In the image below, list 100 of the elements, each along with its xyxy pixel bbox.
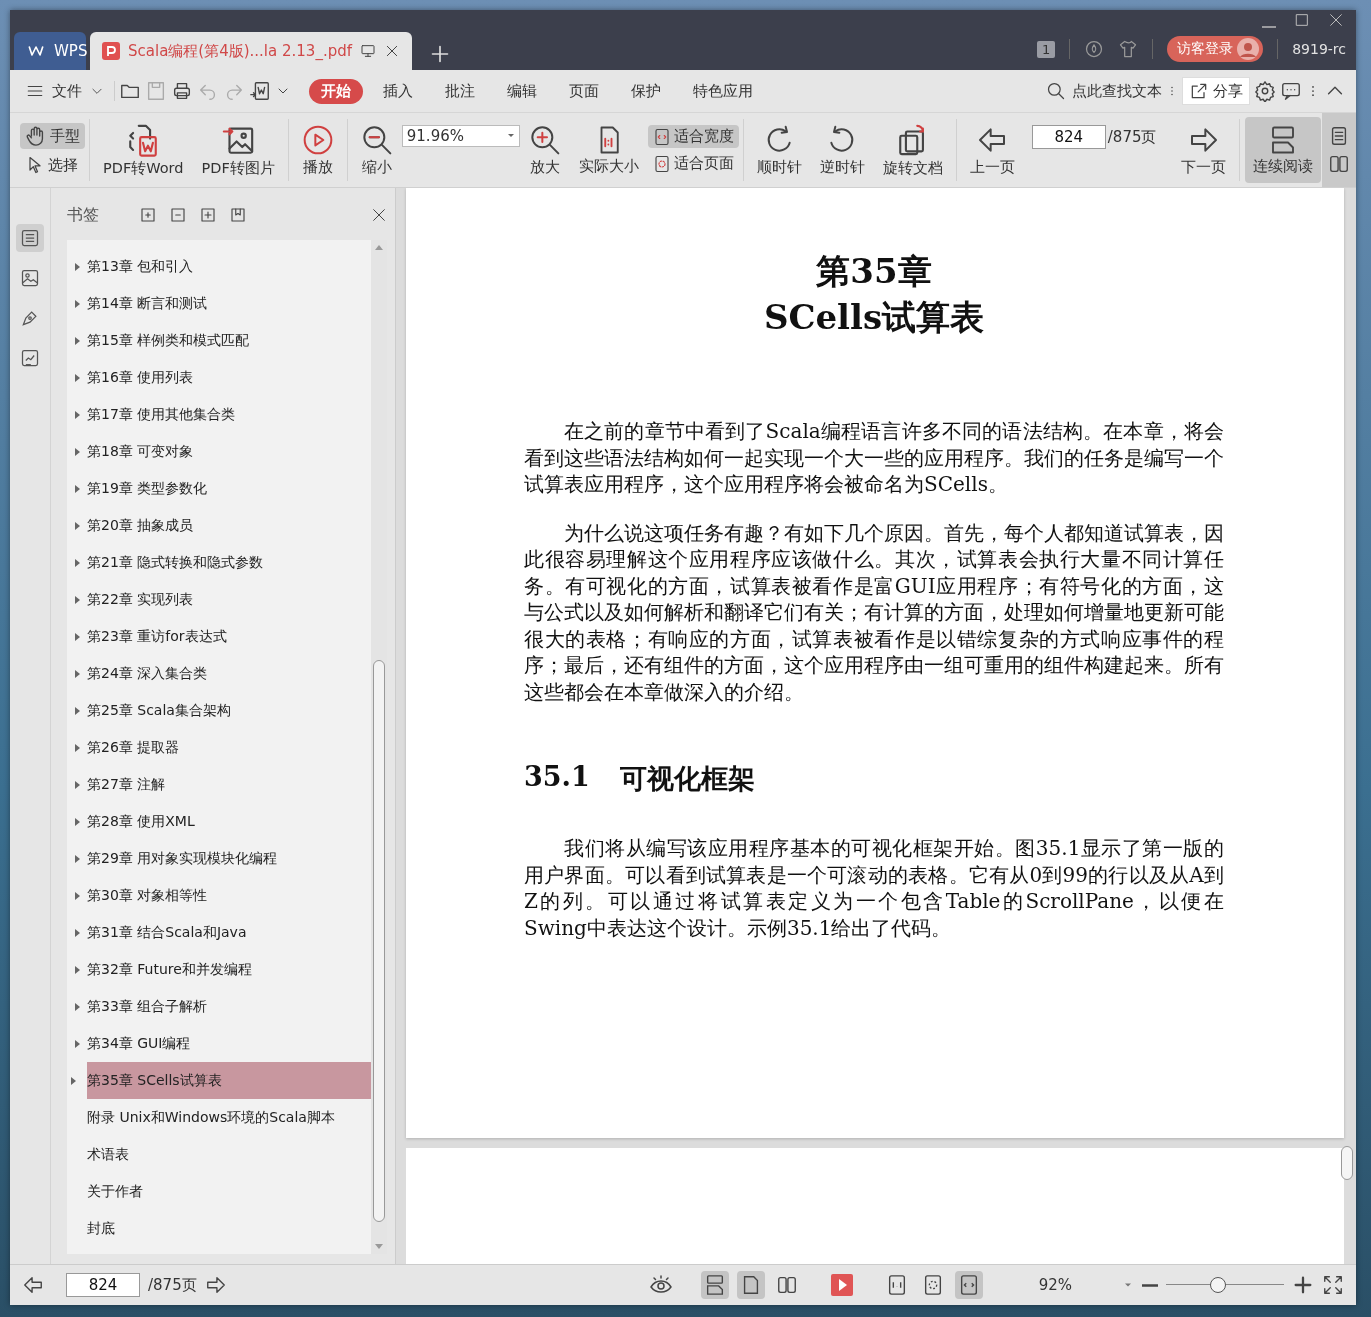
tool-button[interactable]: 连续阅读 <box>1245 117 1321 183</box>
tool-button[interactable]: 播放 <box>293 117 342 183</box>
tool-button[interactable]: 手型 <box>20 123 85 149</box>
section-number: 35.1 <box>524 761 590 794</box>
tool-button[interactable]: 旋转文档 <box>874 117 951 183</box>
caret-icon[interactable] <box>75 1039 80 1048</box>
bookmark-item[interactable]: 第26章 提取器 <box>67 729 371 766</box>
page-total: /875页 <box>148 1275 197 1295</box>
search-field[interactable]: 点此查找文本 <box>1046 81 1162 101</box>
bookmark-item[interactable]: 第27章 注解 <box>67 766 371 803</box>
tab[interactable]: Scala编程(第4版)...la 2.13_.pdf <box>90 32 412 70</box>
caret-icon[interactable] <box>75 410 80 419</box>
caret-icon[interactable] <box>75 595 80 604</box>
caret-icon[interactable] <box>75 817 80 826</box>
caret-icon[interactable] <box>75 891 80 900</box>
tool-button[interactable]: PDF转Word <box>95 117 192 183</box>
slider-thumb[interactable] <box>1209 1277 1226 1293</box>
caret-icon[interactable] <box>75 854 80 863</box>
minus-icon[interactable] <box>1142 1283 1158 1287</box>
tool-button[interactable]: 实际大小 <box>570 117 647 183</box>
menu-tab[interactable]: 插入 <box>371 78 425 104</box>
tool-button[interactable]: 上一页 <box>961 117 1023 183</box>
bookmark-item[interactable]: 第24章 深入集合类 <box>67 655 371 692</box>
menu-tab[interactable]: 页面 <box>557 78 611 104</box>
bookmark-item[interactable]: 第30章 对象相等性 <box>67 877 371 914</box>
caret-icon[interactable] <box>75 558 80 567</box>
tool-button[interactable]: 下一页 <box>1173 117 1234 183</box>
export-icon <box>249 80 271 102</box>
bookmark-item[interactable]: 第31章 结合Scala和Java <box>67 914 371 951</box>
zoom-level[interactable]: 92% <box>1038 1276 1072 1294</box>
bookmark-item[interactable]: 第25章 Scala集合架构 <box>67 692 371 729</box>
login-button[interactable]: 访客登录 <box>1167 36 1264 62</box>
paragraph: 我们将从编写该应用程序基本的可视化框架开始。图35.1显示了第一版的用户界面。可以看到试算表是一个可滚动的表格。它有从0到99的行以及从A到Z的列。可以通过将试算表定义为一个包含Table的ScrollPane，以便在Swing中表达这个设计。示例35.1给出了代码。 <box>524 835 1224 941</box>
file-menu[interactable]: 文件 <box>20 81 110 101</box>
bookmark-item[interactable]: 第33章 组合子解析 <box>67 988 371 1025</box>
section-title: 可视化框架 <box>619 762 755 796</box>
menu-tab[interactable]: 开始 <box>309 78 363 104</box>
bookmark-item[interactable]: 第21章 隐式转换和隐式参数 <box>67 544 371 581</box>
bookmark-item[interactable]: 第20章 抽象成员 <box>67 507 371 544</box>
bookmark-item[interactable]: 第29章 用对象实现模块化编程 <box>67 840 371 877</box>
caret-icon[interactable] <box>75 447 80 456</box>
page-number-field[interactable]: 824 <box>1031 125 1106 149</box>
caret-icon[interactable] <box>75 373 80 382</box>
tab[interactable]: WPS <box>14 32 86 70</box>
caret-icon[interactable] <box>75 521 80 530</box>
bookmark-item[interactable]: 第34章 GUI编程 <box>67 1025 371 1062</box>
bookmark-item[interactable]: 第16章 使用列表 <box>67 359 371 396</box>
caret-icon[interactable] <box>75 632 80 641</box>
bookmark-item[interactable]: 第32章 Future和并发编程 <box>67 951 371 988</box>
caret-icon[interactable] <box>75 299 80 308</box>
tool-button[interactable]: 选择 <box>20 153 85 177</box>
caret-icon[interactable] <box>75 965 80 974</box>
bookmark-item[interactable]: 封底 <box>67 1210 371 1247</box>
page-count-badge[interactable]: 1 <box>1036 40 1056 58</box>
play-icon[interactable] <box>830 1274 853 1296</box>
caret-icon[interactable] <box>75 262 80 271</box>
fit-width-icon <box>652 127 671 146</box>
menu-tab[interactable]: 保护 <box>619 78 673 104</box>
tool-button[interactable]: PDF转图片 <box>193 117 283 183</box>
zoom-field[interactable]: 91.96% <box>401 125 520 147</box>
menu-tab[interactable]: 编辑 <box>495 78 549 104</box>
page-number-field[interactable]: 824 <box>66 1273 140 1297</box>
tool-button[interactable]: 缩小 <box>352 117 401 183</box>
caret-icon[interactable] <box>71 1076 76 1085</box>
caret-icon[interactable] <box>506 133 515 139</box>
bookmark-item[interactable]: 第19章 类型参数化 <box>67 470 371 507</box>
caret-icon[interactable] <box>75 706 80 715</box>
bookmark-item[interactable]: 第14章 断言和测试 <box>67 285 371 322</box>
zoom-slider[interactable] <box>1166 1275 1284 1295</box>
bookmark-item[interactable]: 第23章 重访for表达式 <box>67 618 371 655</box>
tool-button[interactable]: 适合页面 <box>647 152 739 175</box>
menu-tab[interactable]: 批注 <box>433 78 487 104</box>
bookmark-item[interactable]: 关于作者 <box>67 1173 371 1210</box>
bookmark-item[interactable]: 术语表 <box>67 1136 371 1173</box>
new-tab-icon[interactable] <box>430 44 450 64</box>
bookmark-item[interactable]: 第15章 样例类和模式匹配 <box>67 322 371 359</box>
bookmark-item[interactable]: 第17章 使用其他集合类 <box>67 396 371 433</box>
tool-button[interactable]: 逆时针 <box>811 117 873 183</box>
caret-icon[interactable] <box>75 743 80 752</box>
caret-icon[interactable] <box>75 1002 80 1011</box>
tool-button[interactable]: 顺时针 <box>748 117 810 183</box>
single-page-icon[interactable] <box>736 1271 765 1299</box>
bookmark-item[interactable]: 附录 Unix和Windows环境的Scala脚本 <box>67 1099 371 1136</box>
tool-button[interactable]: 适合宽度 <box>647 125 739 148</box>
bookmark-item[interactable]: 第13章 包和引入 <box>67 248 371 285</box>
panel-title: 书签 <box>67 204 99 226</box>
caret-icon[interactable] <box>75 780 80 789</box>
caret-icon[interactable] <box>75 669 80 678</box>
tool-button[interactable]: 放大 <box>520 117 569 183</box>
fit-width-icon[interactable] <box>954 1271 983 1299</box>
caret-icon[interactable] <box>75 928 80 937</box>
bookmark-item[interactable]: 第18章 可变对象 <box>67 433 371 470</box>
caret-icon[interactable] <box>75 336 80 345</box>
outline-icon[interactable] <box>16 224 44 252</box>
bookmark-item[interactable]: 第22章 实现列表 <box>67 581 371 618</box>
share-button[interactable]: 分享 <box>1182 77 1250 105</box>
bookmark-item[interactable]: 第28章 使用XML <box>67 803 371 840</box>
continuous-view-icon[interactable] <box>700 1271 729 1299</box>
menu-tab[interactable]: 特色应用 <box>681 78 765 104</box>
caret-icon[interactable] <box>75 484 80 493</box>
